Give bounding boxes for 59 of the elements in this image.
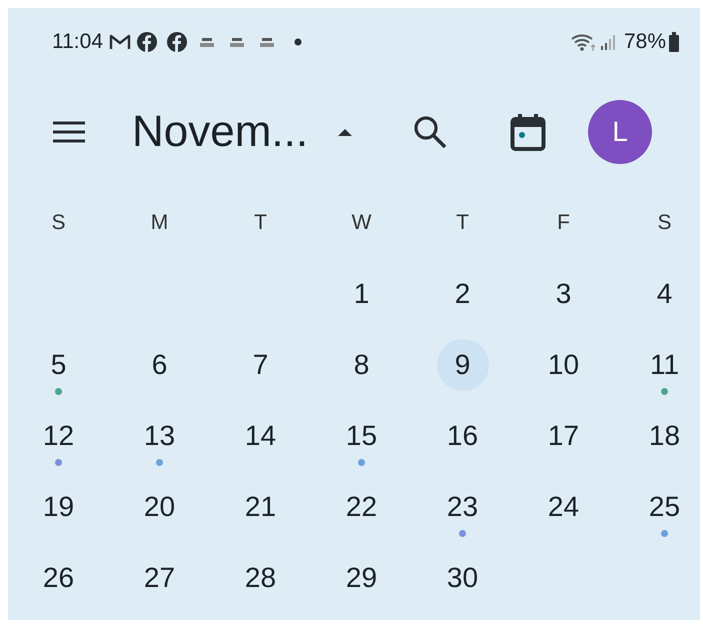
day-number[interactable]: 11 — [638, 338, 690, 390]
day-number[interactable]: 5 — [32, 338, 84, 390]
day-number[interactable]: 20 — [134, 480, 186, 532]
day-number[interactable]: 19 — [32, 480, 84, 532]
day-number[interactable]: 18 — [638, 410, 690, 462]
caret-icon — [338, 128, 352, 136]
news-icon — [229, 36, 245, 48]
day-number[interactable]: 6 — [134, 338, 186, 390]
notification-dot-icon — [294, 38, 302, 46]
wifi-icon — [570, 32, 596, 52]
news-icon — [199, 36, 215, 48]
day-number[interactable]: 10 — [538, 338, 590, 390]
calendar-icon — [510, 113, 546, 151]
battery-icon — [668, 32, 680, 52]
weekday-label: T — [456, 210, 469, 236]
day-number[interactable]: 28 — [234, 552, 286, 604]
month-toggle-button[interactable] — [338, 128, 352, 136]
weekday-label: M — [150, 210, 168, 236]
search-icon — [413, 115, 448, 149]
day-number[interactable]: 13 — [134, 410, 186, 462]
battery-level: 78% — [624, 29, 666, 56]
weekday-label: W — [352, 210, 372, 236]
day-number[interactable]: 30 — [436, 552, 488, 604]
day-number[interactable]: 14 — [234, 410, 286, 462]
day-number[interactable]: 27 — [134, 552, 186, 604]
day-number[interactable]: 15 — [336, 410, 388, 462]
day-number[interactable]: 8 — [336, 338, 388, 390]
day-number[interactable]: 23 — [436, 480, 488, 532]
day-number[interactable]: 12 — [32, 410, 84, 462]
day-number[interactable]: 29 — [336, 552, 388, 604]
menu-icon — [52, 120, 86, 144]
day-number[interactable]: 2 — [436, 268, 488, 320]
day-number[interactable]: 3 — [538, 268, 590, 320]
signal-icon — [600, 34, 618, 50]
today-button[interactable] — [510, 113, 546, 151]
day-number[interactable]: 1 — [336, 268, 388, 320]
day-number[interactable]: 16 — [436, 410, 488, 462]
weekday-label: T — [254, 210, 267, 236]
menu-button[interactable] — [52, 120, 86, 144]
account-avatar[interactable]: L — [588, 100, 652, 164]
search-button[interactable] — [413, 115, 448, 149]
day-number[interactable]: 7 — [234, 338, 286, 390]
news-icon — [259, 36, 275, 48]
day-number[interactable]: 9 — [436, 338, 488, 390]
weekday-label: F — [557, 210, 570, 236]
day-number[interactable]: 21 — [234, 480, 286, 532]
facebook-icon — [137, 32, 157, 52]
facebook-icon — [167, 32, 187, 52]
day-number[interactable]: 4 — [638, 268, 690, 320]
weekday-label: S — [657, 210, 672, 236]
day-number[interactable]: 24 — [538, 480, 590, 532]
status-time: 11:04 — [52, 29, 103, 56]
mail-icon — [109, 33, 131, 51]
day-number[interactable]: 22 — [336, 480, 388, 532]
weekday-label: S — [51, 210, 66, 236]
day-number[interactable]: 26 — [32, 552, 84, 604]
day-number[interactable]: 25 — [638, 480, 690, 532]
month-title[interactable]: Novem... — [132, 110, 308, 154]
day-number[interactable]: 17 — [538, 410, 590, 462]
